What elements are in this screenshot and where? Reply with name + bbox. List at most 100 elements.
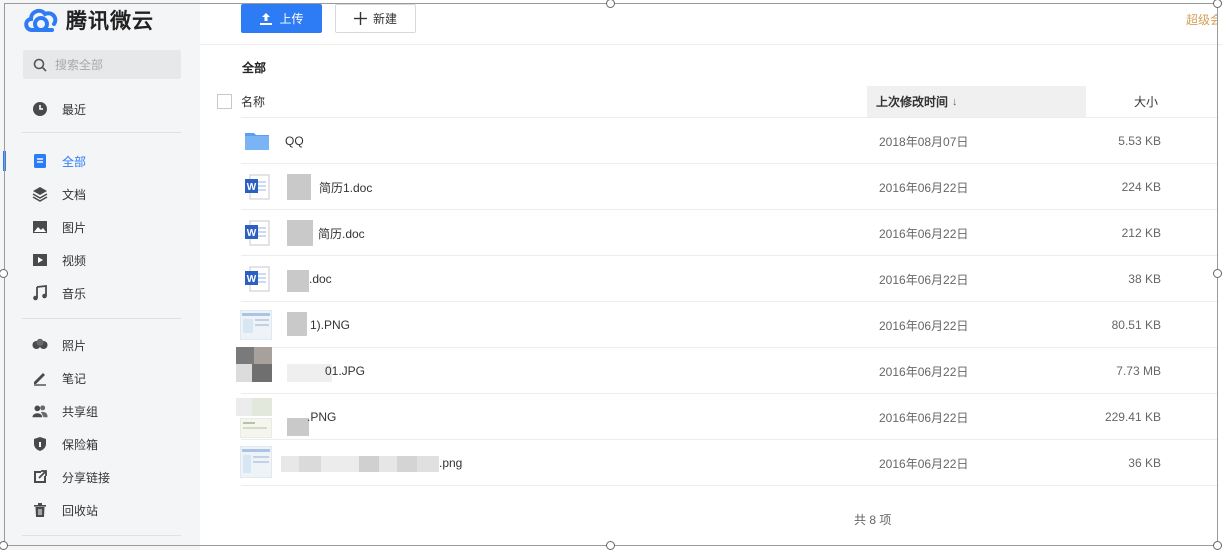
resize-handle-top[interactable] — [606, 0, 615, 8]
pen-icon — [32, 370, 48, 386]
upload-label: 上传 — [279, 12, 304, 26]
table-row[interactable]: .png 2016年06月22日 36 KB — [240, 440, 1218, 486]
svg-text:W: W — [247, 274, 257, 285]
cloud-logo-icon — [24, 8, 58, 32]
search-box[interactable] — [23, 50, 181, 79]
sidebar-item-label: 最近 — [62, 102, 87, 117]
file-name[interactable]: 简历.doc — [318, 210, 365, 256]
sidebar-item-label: 笔记 — [62, 371, 87, 386]
new-button[interactable]: 新建 — [335, 4, 416, 33]
word-doc-icon: W — [245, 174, 270, 200]
resize-handle-bottom[interactable] — [606, 541, 615, 550]
shield-icon — [32, 436, 48, 452]
redacted-block — [287, 220, 313, 246]
sidebar-item-photos[interactable]: 照片 — [0, 331, 200, 359]
file-size: 36 KB — [1128, 456, 1161, 470]
music-icon — [32, 285, 48, 301]
column-header-size[interactable]: 大小 — [1134, 86, 1158, 117]
word-doc-icon: W — [245, 266, 270, 292]
vip-link[interactable]: 超级会 — [1186, 11, 1218, 28]
image-thumbnail-icon — [240, 446, 272, 478]
file-modified: 2018年08月07日 — [879, 134, 969, 149]
table-row[interactable]: W .doc 2016年06月22日 38 KB — [241, 256, 1218, 302]
sidebar-item-label: 文档 — [62, 187, 87, 202]
sidebar-divider — [22, 535, 181, 536]
file-name[interactable]: .png — [439, 440, 462, 486]
photo-icon — [32, 337, 48, 353]
sidebar-item-label: 音乐 — [62, 286, 87, 301]
select-all-checkbox[interactable] — [217, 94, 232, 109]
file-size: 229.41 KB — [1104, 410, 1161, 424]
file-name[interactable]: 简历1.doc — [319, 164, 372, 210]
sidebar-item-music[interactable]: 音乐 — [0, 279, 200, 307]
sidebar-item-label: 共享组 — [62, 404, 99, 419]
column-size-label: 大小 — [1134, 95, 1159, 109]
sidebar-item-safe-box[interactable]: 保险箱 — [0, 430, 200, 458]
column-header-modified[interactable]: 上次修改时间 ↓ — [867, 86, 1086, 117]
sidebar-item-label: 回收站 — [62, 503, 99, 518]
plus-icon — [353, 12, 367, 25]
logo[interactable]: 腾讯微云 — [22, 5, 154, 35]
sidebar-item-notes[interactable]: 笔记 — [0, 364, 200, 392]
redacted-block — [359, 456, 379, 472]
file-name[interactable]: 01.JPG — [325, 348, 365, 394]
redacted-block — [287, 418, 309, 436]
sidebar-item-images[interactable]: 图片 — [0, 213, 200, 241]
redacted-block — [379, 456, 397, 472]
sidebar: 腾讯微云 最近 全部 文档 图片 视频 — [0, 0, 200, 550]
image-thumbnail-icon — [240, 310, 272, 340]
image-icon — [32, 219, 48, 235]
sidebar-item-label: 照片 — [62, 338, 87, 353]
search-input[interactable] — [55, 57, 165, 72]
file-name[interactable]: .doc — [309, 256, 332, 302]
sidebar-item-label: 全部 — [62, 154, 87, 169]
item-count: 共 8 项 — [854, 513, 892, 527]
trash-icon — [32, 502, 48, 518]
redacted-block — [236, 398, 252, 416]
svg-text:W: W — [247, 182, 257, 193]
sidebar-item-recent[interactable]: 最近 — [0, 95, 200, 123]
file-modified: 2016年06月22日 — [879, 318, 969, 333]
table-row[interactable]: .PNG 2016年06月22日 229.41 KB — [236, 394, 1218, 440]
file-size: 5.53 KB — [1118, 134, 1161, 148]
table-row[interactable]: 1).PNG 2016年06月22日 80.51 KB — [240, 302, 1218, 348]
file-modified: 2016年06月22日 — [879, 364, 969, 379]
column-header-name[interactable]: 名称 — [241, 86, 265, 117]
table-row[interactable]: 01.JPG 2016年06月22日 7.73 MB — [236, 347, 1218, 394]
share-link-icon — [32, 469, 48, 485]
table-row[interactable]: W 简历.doc 2016年06月22日 212 KB — [241, 210, 1218, 256]
word-doc-icon: W — [245, 220, 270, 246]
upload-button[interactable]: 上传 — [241, 4, 322, 33]
file-name[interactable]: 1).PNG — [310, 302, 350, 348]
redacted-block — [252, 398, 272, 416]
all-files-icon — [32, 153, 48, 169]
table-row[interactable]: W 简历1.doc 2016年06月22日 224 KB — [241, 164, 1218, 210]
sidebar-item-docs[interactable]: 文档 — [0, 180, 200, 208]
table-row[interactable]: QQ 2018年08月07日 5.53 KB — [241, 118, 1218, 164]
file-name[interactable]: .PNG — [307, 394, 336, 440]
sidebar-item-label: 视频 — [62, 253, 87, 268]
column-name-label: 名称 — [241, 95, 266, 109]
sort-down-icon: ↓ — [952, 95, 958, 108]
sidebar-item-share-group[interactable]: 共享组 — [0, 397, 200, 425]
file-size: 7.73 MB — [1116, 364, 1161, 378]
sidebar-divider — [22, 318, 181, 319]
redacted-block — [321, 456, 359, 472]
sidebar-item-all[interactable]: 全部 — [0, 147, 200, 175]
sidebar-divider — [22, 132, 181, 133]
group-icon — [32, 403, 48, 419]
video-icon — [32, 252, 48, 268]
resize-handle-right[interactable] — [1213, 269, 1222, 278]
sidebar-item-recycle-bin[interactable]: 回收站 — [0, 496, 200, 524]
file-name[interactable]: QQ — [285, 118, 304, 164]
image-thumbnail-icon — [240, 418, 272, 438]
resize-handle-top-right[interactable] — [1213, 0, 1222, 8]
resize-handle-bottom-right[interactable] — [1213, 541, 1222, 550]
logo-text: 腾讯微云 — [66, 10, 154, 33]
sidebar-item-label: 分享链接 — [62, 470, 111, 485]
file-size: 212 KB — [1121, 226, 1161, 240]
sidebar-item-videos[interactable]: 视频 — [0, 246, 200, 274]
breadcrumb[interactable]: 全部 — [242, 59, 266, 76]
redacted-block — [397, 456, 417, 472]
sidebar-item-share-links[interactable]: 分享链接 — [0, 463, 200, 491]
